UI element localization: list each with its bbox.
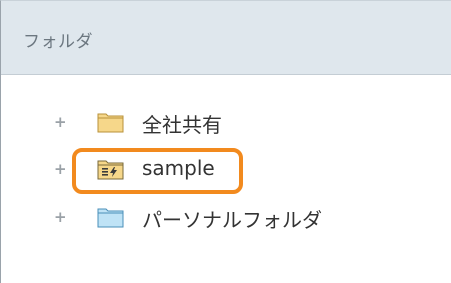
tree-node-label: sample — [142, 156, 215, 180]
folder-icon — [97, 113, 124, 133]
tree-node-label: パーソナルフォルダ — [142, 208, 322, 232]
expand-icon[interactable]: + — [54, 160, 67, 178]
panel-header: フォルダ — [1, 1, 451, 75]
tree-node-label: 全社共有 — [142, 113, 222, 137]
panel-title: フォルダ — [23, 32, 93, 52]
tree-node-personal[interactable]: + パーソナルフォルダ — [1, 204, 441, 234]
tree-node-sample[interactable]: + sample — [1, 156, 441, 186]
folder-app-icon — [97, 160, 124, 180]
folder-panel: フォルダ + 全社共有 + sample + パーソナルフォルダ — [0, 0, 451, 283]
expand-icon[interactable]: + — [54, 208, 67, 226]
expand-icon[interactable]: + — [54, 113, 67, 131]
folder-personal-icon — [97, 208, 124, 228]
tree-node-company-shared[interactable]: + 全社共有 — [1, 109, 441, 139]
